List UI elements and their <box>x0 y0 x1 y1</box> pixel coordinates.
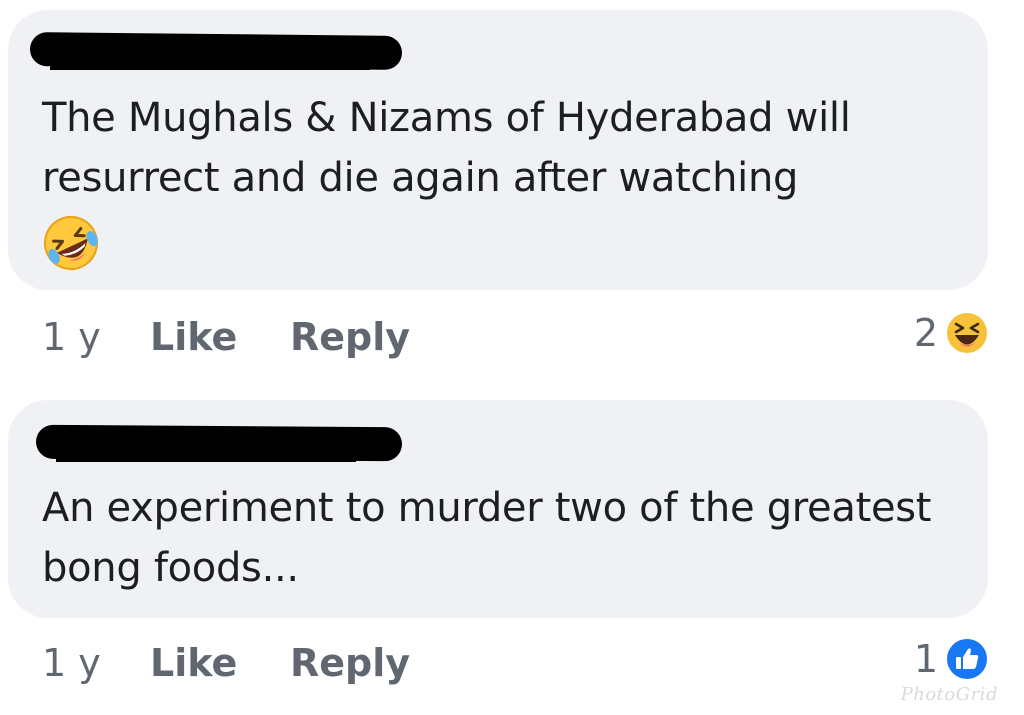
reaction-summary[interactable]: 1 <box>914 634 990 684</box>
comment-timestamp: 1 y <box>42 641 101 685</box>
like-button[interactable]: Like <box>150 641 290 685</box>
comment-timestamp: 1 y <box>42 315 101 359</box>
reaction-count: 1 <box>913 637 938 681</box>
redaction-residue <box>50 64 370 80</box>
reply-button[interactable]: Reply <box>290 641 410 685</box>
reaction-summary[interactable]: 2 <box>914 308 990 358</box>
rolling-on-floor-laughing-icon <box>44 216 98 270</box>
photogrid-watermark: PhotoGrid <box>900 684 998 705</box>
comment-actions: 1 y Like Reply <box>42 638 410 688</box>
reaction-count: 2 <box>913 311 938 355</box>
haha-reaction-icon <box>945 311 989 355</box>
reply-button[interactable]: Reply <box>290 315 410 359</box>
comment-text: The Mughals & Nizams of Hyderabad will r… <box>42 95 851 201</box>
like-button[interactable]: Like <box>150 315 290 359</box>
comment-text: An experiment to murder two of the great… <box>42 485 932 591</box>
redaction-residue <box>56 456 356 472</box>
like-reaction-icon <box>945 637 989 681</box>
comments-thread: The Mughals & Nizams of Hyderabad will r… <box>0 0 1024 715</box>
comment-actions: 1 y Like Reply <box>42 312 410 362</box>
